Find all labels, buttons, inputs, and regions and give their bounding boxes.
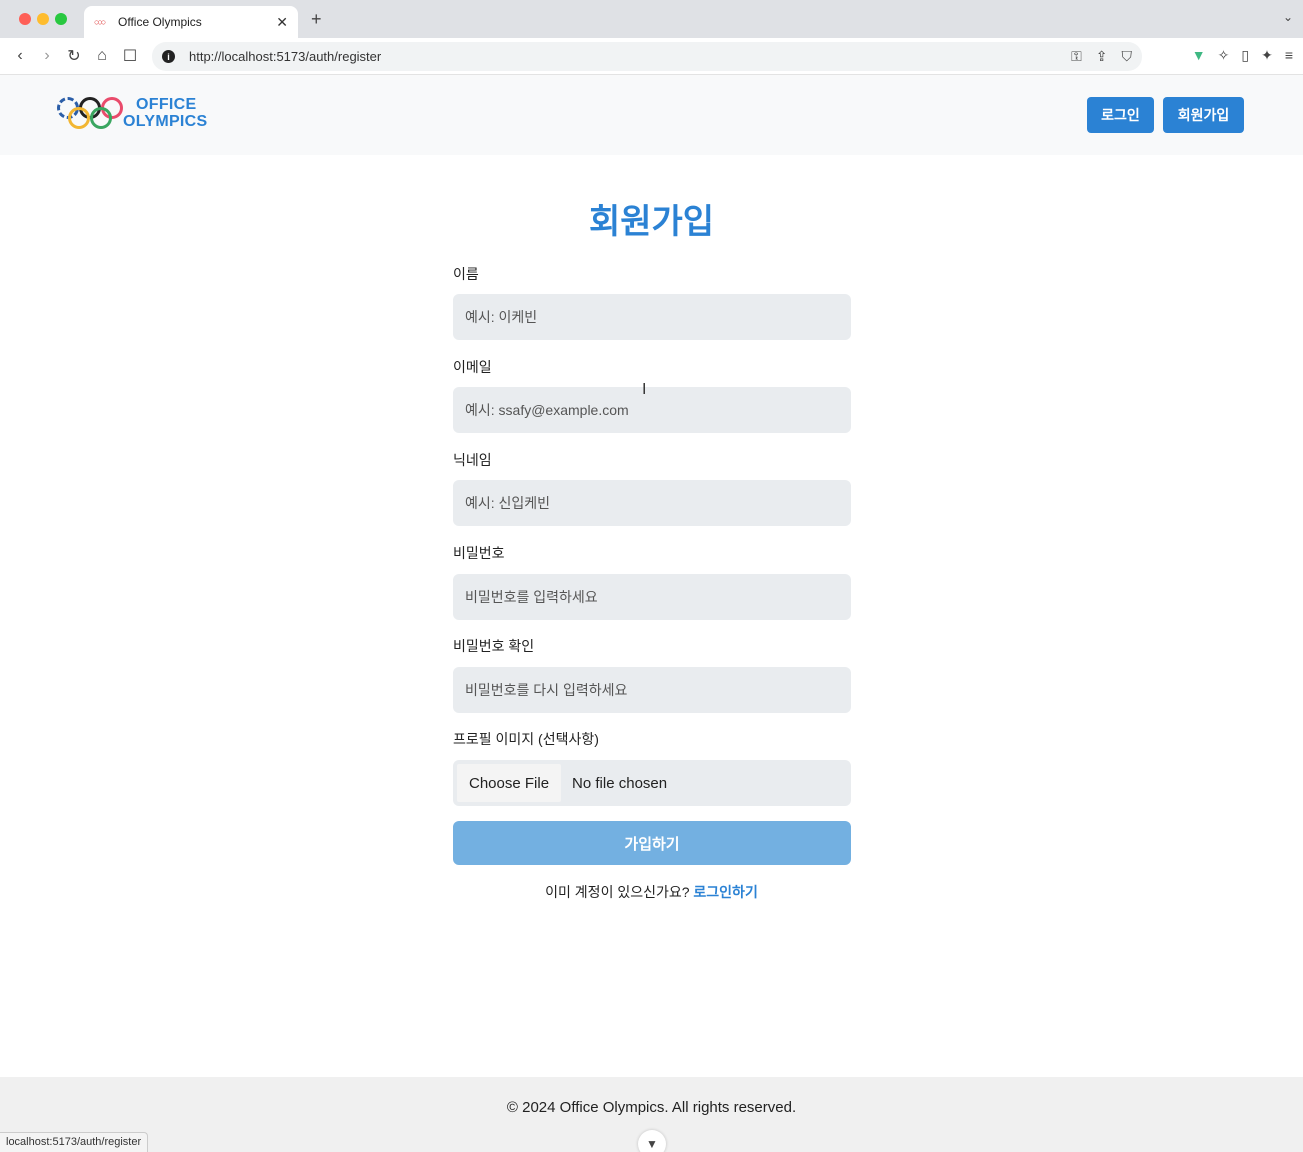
email-input[interactable]: [453, 387, 851, 433]
share-icon[interactable]: ⇪: [1096, 48, 1108, 65]
olympic-rings-icon: ○○○: [94, 17, 106, 27]
name-label: 이름: [453, 266, 479, 282]
page-title: 회원가입: [588, 203, 715, 241]
register-button[interactable]: 회원가입: [1163, 97, 1244, 133]
menu-icon[interactable]: ≡: [1285, 47, 1293, 64]
submit-register-button[interactable]: 가입하기: [453, 821, 851, 865]
close-tab-icon[interactable]: ✕: [276, 14, 288, 31]
close-window-button[interactable]: [19, 13, 31, 25]
nickname-label: 닉네임: [453, 452, 492, 468]
login-link[interactable]: 로그인하기: [693, 884, 757, 900]
browser-titlebar: ○○○ Office Olympics ✕ + ⌄: [0, 0, 1303, 38]
app-header: OFFICE OLYMPICS 로그인 회원가입: [0, 75, 1303, 155]
minimize-window-button[interactable]: [37, 13, 49, 25]
password-confirm-label: 비밀번호 확인: [453, 638, 535, 654]
olympic-rings-logo-icon: [55, 95, 123, 131]
back-icon[interactable]: ‹: [10, 46, 30, 66]
key-icon[interactable]: ⚿: [1071, 48, 1082, 65]
status-bar-url: localhost:5173/auth/register: [0, 1132, 149, 1152]
home-icon[interactable]: ⌂: [92, 46, 112, 66]
tab-title: Office Olympics: [118, 15, 202, 29]
nickname-input[interactable]: [453, 480, 851, 526]
no-file-text: No file chosen: [572, 774, 668, 792]
logo-text: OFFICE OLYMPICS: [123, 96, 208, 130]
login-prompt: 이미 계정이 있으신가요? 로그인하기: [0, 882, 1303, 902]
profile-image-label: 프로필 이미지 (선택사항): [453, 731, 599, 747]
password-label: 비밀번호: [453, 545, 505, 561]
browser-toolbar: ‹ › ↻ ⌂ ☐ i http://localhost:5173/auth/r…: [0, 38, 1303, 75]
extensions-icon[interactable]: ✧: [1218, 47, 1230, 64]
vue-devtools-icon[interactable]: ▼: [1192, 47, 1206, 64]
logo[interactable]: OFFICE OLYMPICS: [55, 95, 208, 131]
reload-icon[interactable]: ↻: [64, 46, 84, 66]
login-button[interactable]: 로그인: [1087, 97, 1154, 133]
address-bar[interactable]: i http://localhost:5173/auth/register ⚿ …: [152, 42, 1142, 71]
new-tab-icon[interactable]: +: [311, 9, 322, 30]
maximize-window-button[interactable]: [55, 13, 67, 25]
shield-icon[interactable]: ⛉: [1122, 48, 1133, 65]
forward-icon[interactable]: ›: [37, 46, 57, 66]
name-input[interactable]: [453, 294, 851, 340]
footer-text: © 2024 Office Olympics. All rights reser…: [506, 1099, 797, 1116]
password-input[interactable]: [453, 574, 851, 620]
bookmark-icon[interactable]: ☐: [120, 46, 140, 66]
info-icon[interactable]: i: [162, 50, 175, 63]
browser-tab[interactable]: ○○○ Office Olympics ✕: [84, 6, 298, 38]
login-prompt-text: 이미 계정이 있으신가요?: [545, 884, 690, 900]
chevron-down-icon[interactable]: ⌄: [1283, 10, 1293, 24]
url-text[interactable]: http://localhost:5173/auth/register: [189, 49, 381, 64]
sparkle-icon[interactable]: ✦: [1261, 47, 1273, 64]
sidebar-icon[interactable]: ▯: [1241, 47, 1249, 64]
vue-devtools-toggle-icon[interactable]: ▼: [638, 1130, 666, 1152]
password-confirm-input[interactable]: [453, 667, 851, 713]
text-cursor-icon: I: [642, 381, 647, 398]
email-label: 이메일: [453, 359, 492, 375]
choose-file-button[interactable]: Choose File: [457, 764, 562, 802]
profile-image-file-input[interactable]: Choose File No file chosen: [453, 760, 851, 806]
